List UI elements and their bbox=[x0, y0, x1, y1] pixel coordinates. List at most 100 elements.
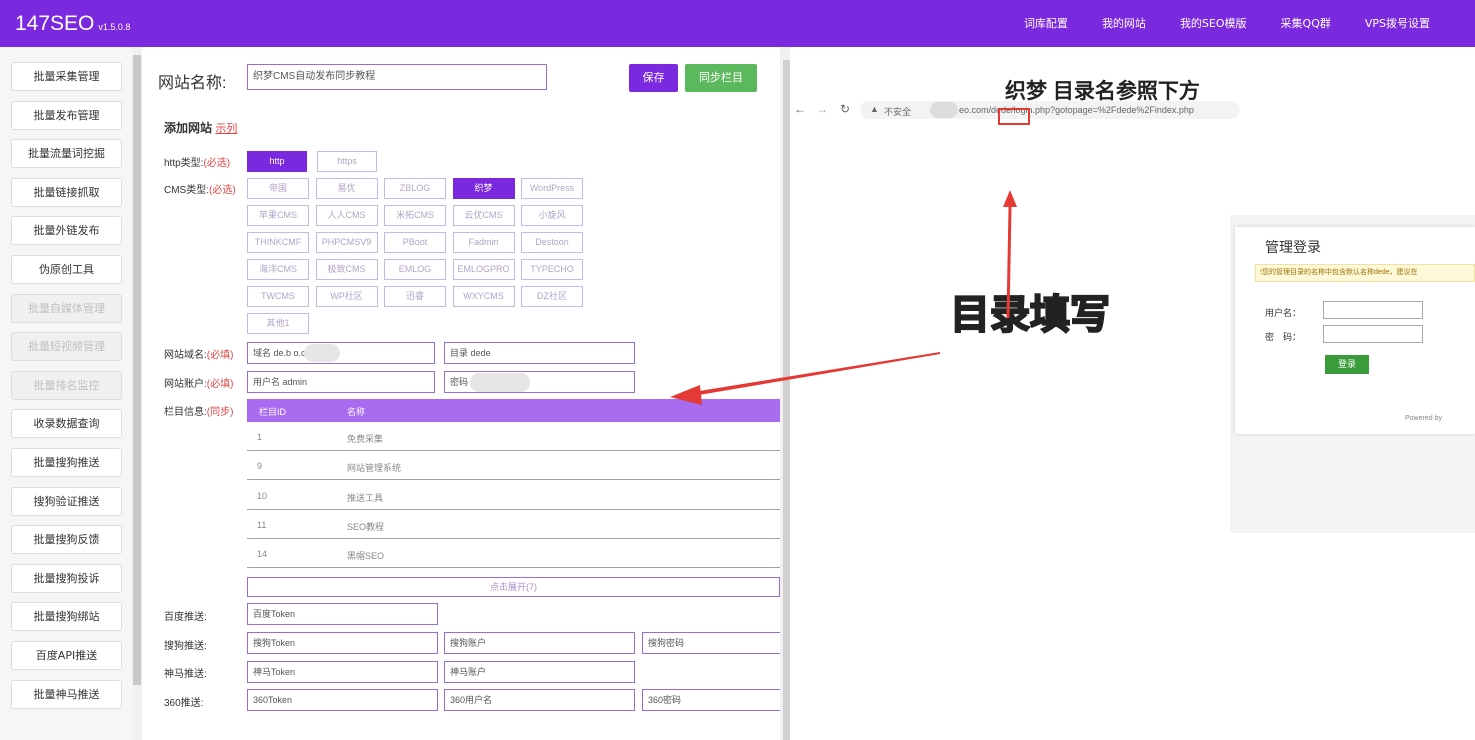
powered-by: Powered by bbox=[1405, 415, 1442, 422]
save-button[interactable]: 保存 bbox=[629, 64, 678, 92]
topnav-item[interactable]: VPS拨号设置 bbox=[1348, 0, 1447, 47]
baidu-token-input[interactable]: 百度Token bbox=[247, 603, 438, 625]
cms-option[interactable]: 米拓CMS bbox=[384, 205, 446, 226]
cms-option[interactable]: Fadmin bbox=[452, 232, 515, 253]
cms-option[interactable]: THINKCMF bbox=[247, 232, 309, 253]
site-name-input[interactable]: 织梦CMS自动发布同步教程 bbox=[247, 64, 547, 90]
cms-option[interactable]: PHPCMSV9 bbox=[315, 232, 378, 253]
sidebar-item[interactable]: 批量发布管理 bbox=[11, 100, 122, 130]
cms-option[interactable]: 海洋CMS bbox=[247, 259, 309, 280]
shenma-token-input[interactable]: 神马Token bbox=[247, 661, 438, 683]
cms-type-label: CMS类型:(必选) bbox=[164, 185, 236, 196]
login-box: 管理登录 !您的管理目录的名称中包含默认名称dede，建议在 用户名： 密 码：… bbox=[1235, 227, 1475, 434]
login-username-input[interactable] bbox=[1323, 301, 1423, 319]
sogou-account-input[interactable]: 搜狗账户 bbox=[444, 632, 635, 654]
sidebar-item[interactable]: 收录数据查询 bbox=[11, 409, 122, 439]
column-id-cell: 10 bbox=[257, 490, 268, 501]
sidebar-item[interactable]: 批量搜狗反馈 bbox=[11, 525, 122, 555]
sidebar-item[interactable]: 批量神马推送 bbox=[11, 679, 122, 709]
login-username-label: 用户名： bbox=[1265, 308, 1302, 318]
add-site-heading: 添加网站 示列 bbox=[164, 121, 238, 135]
table-row: 10 推送工具 bbox=[247, 481, 780, 510]
sync-columns-button[interactable]: 同步栏目 bbox=[685, 64, 757, 92]
cms-option[interactable]: ZBLOG bbox=[384, 178, 446, 199]
shenma-push-label: 神马推送: bbox=[164, 669, 207, 680]
cms-option[interactable]: 人人CMS bbox=[315, 205, 378, 226]
cms-option[interactable]: 苹果CMS bbox=[247, 205, 309, 226]
cms-option[interactable]: 帝国 bbox=[247, 178, 309, 199]
column-name-cell: 黑帽SEO bbox=[347, 551, 385, 562]
domain-input[interactable]: 域名 de.b o.com bbox=[247, 342, 435, 364]
sidebar-item[interactable]: 批量搜狗绑站 bbox=[11, 602, 122, 632]
topnav-item[interactable]: 采集QQ群 bbox=[1264, 0, 1348, 47]
column-id-cell: 11 bbox=[257, 519, 267, 530]
sidebar-scrollbar[interactable] bbox=[133, 55, 141, 685]
cms-option[interactable]: 织梦 bbox=[452, 178, 515, 199]
sidebar-item[interactable]: 伪原创工具 bbox=[11, 255, 122, 284]
sidebar-item[interactable]: 批量外链发布 bbox=[11, 216, 122, 246]
cms-option[interactable]: 极致CMS bbox=[315, 259, 378, 280]
cms-option[interactable]: DZ社区 bbox=[521, 286, 583, 307]
arrow-up-line bbox=[1006, 206, 1012, 319]
cms-option[interactable]: WXYCMS bbox=[452, 286, 515, 307]
cms-option[interactable]: TYPECHO bbox=[521, 259, 583, 280]
column-name-cell: SEO教程 bbox=[347, 521, 385, 532]
http-type-label: http类型:(必选) bbox=[164, 158, 231, 169]
cms-option[interactable]: WordPress bbox=[521, 178, 583, 199]
cms-option[interactable]: PBoot bbox=[384, 232, 446, 253]
sogou-password-input[interactable]: 搜狗密码 bbox=[642, 632, 780, 654]
column-id-cell: 1 bbox=[257, 432, 263, 442]
table-row: 11 SEO教程 bbox=[247, 510, 780, 539]
cms-option[interactable]: EMLOGPRO bbox=[452, 259, 515, 280]
callout-arrows bbox=[670, 190, 1017, 405]
login-password-input[interactable] bbox=[1323, 325, 1423, 343]
arrow-up-head bbox=[1003, 190, 1017, 207]
expand-columns-button[interactable]: 点击展开(7) bbox=[247, 577, 780, 597]
table-row: 1 免费采集 bbox=[247, 422, 780, 451]
example-link[interactable]: 示列 bbox=[215, 123, 237, 135]
topnav-item[interactable]: 我的网站 bbox=[1085, 0, 1163, 47]
360-token-input[interactable]: 360Token bbox=[247, 689, 438, 711]
login-password-label: 密 码： bbox=[1265, 332, 1302, 342]
sidebar-item[interactable]: 搜狗验证推送 bbox=[11, 486, 122, 516]
360-username-input[interactable]: 360用户名 bbox=[444, 689, 635, 711]
cms-option[interactable]: TWCMS bbox=[247, 286, 309, 307]
http-option[interactable]: http bbox=[247, 151, 307, 172]
account-label: 网站账户:(必填) bbox=[164, 379, 234, 390]
sidebar-item[interactable]: 批量流量词挖掘 bbox=[11, 139, 122, 169]
sidebar: 批量采集管理 批量发布管理 批量流量词挖掘 批量链接抓取 批量外链发布 伪原创工具 批量自媒… bbox=[0, 47, 132, 740]
column-id-cell: 14 bbox=[257, 549, 268, 560]
sidebar-item[interactable]: 批量搜狗推送 bbox=[11, 448, 122, 477]
domain-label: 网站域名:(必填) bbox=[164, 350, 234, 361]
column-info-label: 栏目信息:(同步) bbox=[164, 407, 234, 418]
360-password-input[interactable]: 360密码 bbox=[642, 689, 780, 711]
sidebar-item[interactable]: 批量链接抓取 bbox=[11, 177, 122, 207]
column-name-cell: 推送工具 bbox=[347, 492, 384, 503]
topnav-item[interactable]: 我的SEO模版 bbox=[1163, 0, 1264, 47]
sidebar-item: 批量排名监控 bbox=[11, 370, 122, 400]
login-button[interactable]: 登录 bbox=[1325, 355, 1369, 374]
redacted-blur bbox=[304, 344, 340, 362]
baidu-push-label: 百度推送: bbox=[164, 612, 207, 623]
arrow-left-head bbox=[670, 385, 702, 405]
login-title: 管理登录 bbox=[1265, 239, 1321, 255]
site-name-label: 网站名称: bbox=[158, 75, 227, 92]
cms-option[interactable]: 云优CMS bbox=[452, 205, 515, 226]
shenma-account-input[interactable]: 神马账户 bbox=[444, 661, 635, 683]
cms-option[interactable]: 迅睿 bbox=[384, 286, 446, 307]
cms-option[interactable]: 易优 bbox=[315, 178, 378, 199]
cms-option[interactable]: EMLOG bbox=[384, 259, 446, 280]
sidebar-item[interactable]: 百度API推送 bbox=[11, 641, 122, 670]
sogou-token-input[interactable]: 搜狗Token bbox=[247, 632, 438, 654]
cms-option[interactable]: 其他1 bbox=[247, 313, 309, 334]
sidebar-item[interactable]: 批量采集管理 bbox=[11, 62, 122, 91]
sidebar-item[interactable]: 批量搜狗投诉 bbox=[11, 563, 122, 593]
http-option[interactable]: https bbox=[317, 151, 377, 172]
topnav-item[interactable]: 词库配置 bbox=[1007, 0, 1085, 47]
username-input[interactable]: 用户名 admin bbox=[247, 371, 435, 393]
sogou-push-label: 搜狗推送: bbox=[164, 641, 207, 652]
cms-option[interactable]: Destoon bbox=[521, 232, 583, 253]
cms-option[interactable]: WP社区 bbox=[315, 286, 378, 307]
directory-input[interactable]: 目录 dede bbox=[444, 342, 635, 364]
cms-option[interactable]: 小旋风 bbox=[521, 205, 583, 226]
